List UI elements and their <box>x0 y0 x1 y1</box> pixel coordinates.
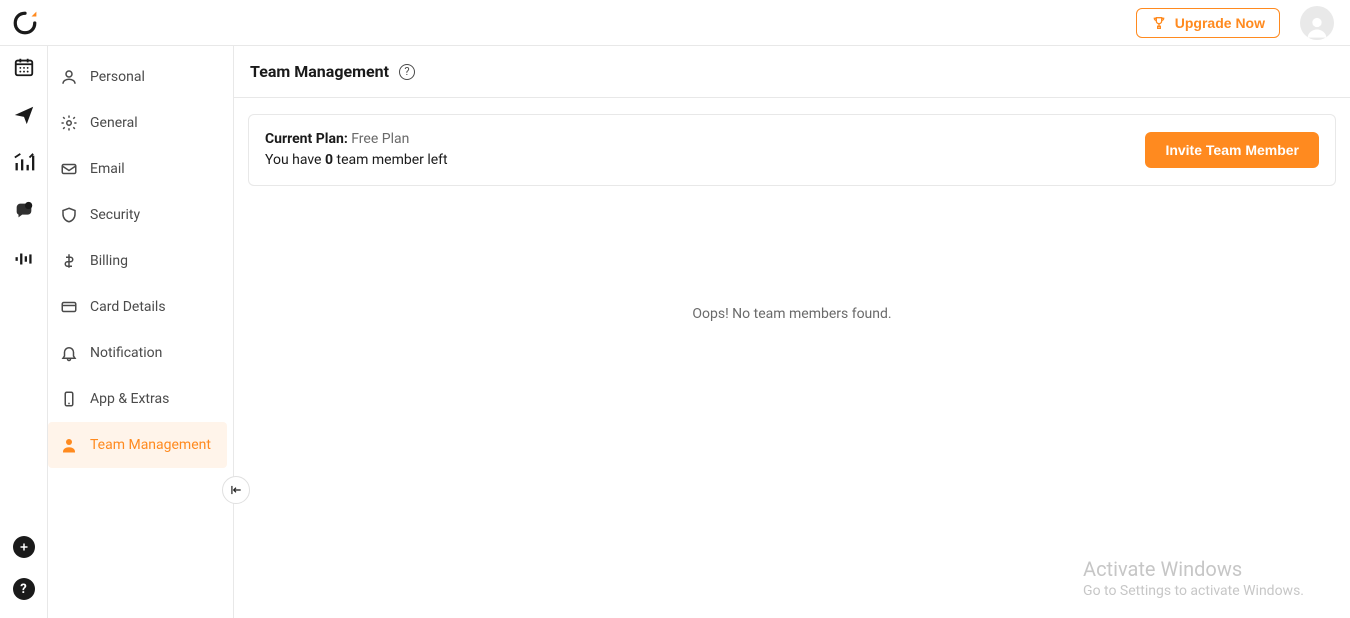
dollar-icon <box>60 252 78 270</box>
gear-icon <box>60 114 78 132</box>
page-help-icon[interactable]: ? <box>399 64 415 80</box>
top-bar: Upgrade Now <box>0 0 1350 46</box>
remaining-count: 0 <box>325 152 333 168</box>
help-button[interactable]: ? <box>13 578 35 600</box>
remaining-suffix: team member left <box>337 152 448 168</box>
plan-value: Free Plan <box>351 131 409 147</box>
sidebar-item-personal[interactable]: Personal <box>48 54 227 100</box>
sidebar-item-label: Email <box>90 161 125 177</box>
bell-icon <box>60 344 78 362</box>
card-icon <box>60 298 78 316</box>
plan-card: Current Plan: Free Plan You have 0 team … <box>248 114 1336 186</box>
sidebar-item-label: Personal <box>90 69 145 85</box>
watermark-subtitle: Go to Settings to activate Windows. <box>1083 582 1304 600</box>
page-title: Team Management <box>250 62 389 81</box>
audio-icon[interactable] <box>13 248 35 270</box>
plan-info: Current Plan: Free Plan You have 0 team … <box>265 129 448 171</box>
watermark-title: Activate Windows <box>1083 556 1304 582</box>
sidebar-item-email[interactable]: Email <box>48 146 227 192</box>
sidebar-item-label: App & Extras <box>90 391 169 407</box>
sidebar-item-label: Security <box>90 207 140 223</box>
sidebar-item-label: General <box>90 115 138 131</box>
chat-icon[interactable] <box>13 200 35 222</box>
send-icon[interactable] <box>13 104 35 126</box>
phone-icon <box>60 390 78 408</box>
collapse-sidebar-button[interactable] <box>222 476 250 504</box>
upgrade-button-label: Upgrade Now <box>1175 15 1265 31</box>
sidebar-item-team-management[interactable]: Team Management <box>48 422 227 468</box>
upgrade-button[interactable]: Upgrade Now <box>1136 8 1280 38</box>
sidebar-item-label: Team Management <box>90 437 211 453</box>
settings-sidebar: Personal General Email Security Billing … <box>48 46 234 618</box>
sidebar-item-label: Notification <box>90 345 162 361</box>
avatar[interactable] <box>1300 6 1334 40</box>
sidebar-item-billing[interactable]: Billing <box>48 238 227 284</box>
trophy-icon <box>1151 15 1167 31</box>
shield-icon <box>60 206 78 224</box>
sidebar-item-notification[interactable]: Notification <box>48 330 227 376</box>
sidebar-item-app-extras[interactable]: App & Extras <box>48 376 227 422</box>
remaining-prefix: You have <box>265 152 321 168</box>
page-header: Team Management ? <box>234 46 1350 98</box>
sidebar-item-card-details[interactable]: Card Details <box>48 284 227 330</box>
person-solid-icon <box>60 436 78 454</box>
calendar-icon[interactable] <box>13 56 35 78</box>
windows-watermark: Activate Windows Go to Settings to activ… <box>1083 556 1304 600</box>
invite-team-member-button[interactable]: Invite Team Member <box>1145 132 1319 168</box>
nav-rail: ? <box>0 46 48 618</box>
sidebar-item-label: Card Details <box>90 299 166 315</box>
plan-label: Current Plan: <box>265 131 348 147</box>
person-icon <box>60 68 78 86</box>
invite-button-label: Invite Team Member <box>1165 142 1299 158</box>
sidebar-item-label: Billing <box>90 253 128 269</box>
mail-icon <box>60 160 78 178</box>
add-button[interactable] <box>13 536 35 558</box>
empty-state-message: Oops! No team members found. <box>234 306 1350 322</box>
analytics-icon[interactable] <box>13 152 35 174</box>
main-content: Team Management ? Current Plan: Free Pla… <box>234 46 1350 618</box>
app-logo-icon <box>12 10 38 36</box>
sidebar-item-general[interactable]: General <box>48 100 227 146</box>
sidebar-item-security[interactable]: Security <box>48 192 227 238</box>
